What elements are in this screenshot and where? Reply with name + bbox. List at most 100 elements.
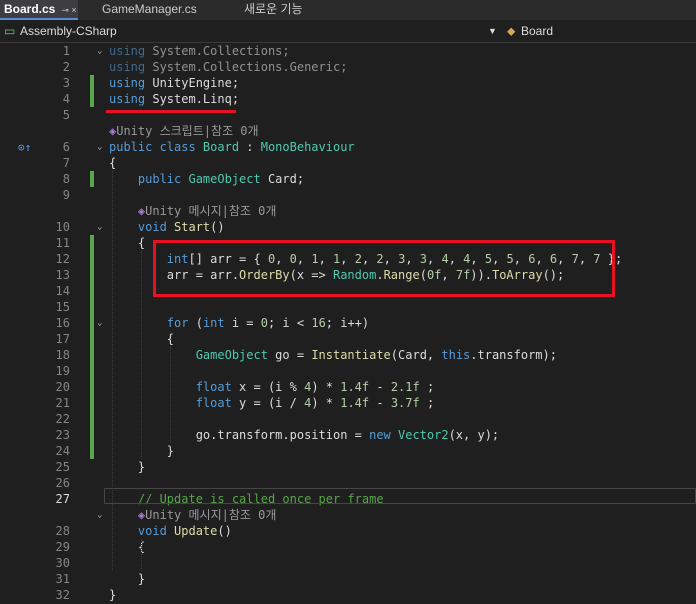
code-text: } xyxy=(109,572,146,586)
fold-toggle-icon[interactable]: ⌄ xyxy=(97,219,102,235)
code-editor[interactable]: 1 using System.Collections; 2 using System.… xyxy=(0,44,696,604)
codelens-hint[interactable]: ◈Unity 메시지|참조 0개 xyxy=(0,203,696,219)
change-indicator xyxy=(90,235,94,459)
code-line[interactable]: 7{ xyxy=(0,155,696,171)
codelens-hint[interactable]: ◈Unity 메시지|참조 0개 xyxy=(0,507,696,523)
code-line[interactable]: 2 using System.Collections.Generic; xyxy=(0,59,696,75)
line-number: 28 xyxy=(55,524,70,538)
code-line[interactable]: 10 void Start() xyxy=(0,219,696,235)
chevron-down-icon[interactable]: ▼ xyxy=(488,26,497,36)
code-text: using UnityEngine; xyxy=(109,76,240,90)
annotation-highlight-box xyxy=(153,240,615,297)
code-line[interactable]: 4 using System.Linq; xyxy=(0,91,696,107)
line-number: 32 xyxy=(55,588,70,602)
code-line[interactable]: 17 { xyxy=(0,331,696,347)
code-text: } xyxy=(109,460,146,474)
code-line[interactable]: 25 } xyxy=(0,459,696,475)
codelens-hint[interactable]: ◈Unity 스크립트|참조 0개 xyxy=(0,123,696,139)
line-number: 3 xyxy=(62,76,70,90)
tab-board-cs[interactable]: Board.cs ⊸ × xyxy=(0,0,78,20)
class-dropdown[interactable]: ⬥ Board xyxy=(503,20,696,42)
line-number: 22 xyxy=(55,412,70,426)
code-text: { xyxy=(109,156,117,170)
code-text: public GameObject Card; xyxy=(137,172,305,186)
tab-label: Board.cs xyxy=(4,2,56,16)
project-dropdown[interactable]: ▭ Assembly-CSharp ▼ xyxy=(0,20,503,42)
codelens-text[interactable]: ◈Unity 스크립트|참조 0개 xyxy=(109,123,259,139)
pin-close-icons[interactable]: ⊸ × xyxy=(61,5,76,15)
current-line-highlight xyxy=(104,488,696,504)
code-line[interactable]: 23 go.transform.position = new Vector2(x… xyxy=(0,427,696,443)
code-line[interactable]: 19 xyxy=(0,363,696,379)
code-line[interactable]: 32} xyxy=(0,587,696,603)
code-text: GameObject go = Instantiate(Card, this.t… xyxy=(195,348,557,362)
line-number: 10 xyxy=(55,220,70,234)
line-number: 15 xyxy=(55,300,70,314)
fold-toggle-icon[interactable]: ⌄ xyxy=(97,507,102,523)
code-line[interactable]: 5 xyxy=(0,107,696,123)
indent-guide xyxy=(141,539,142,571)
line-number: 17 xyxy=(55,332,70,346)
annotation-underline xyxy=(106,110,236,113)
line-number: 25 xyxy=(55,460,70,474)
code-line[interactable]: 16 for (int i = 0; i < 16; i++) xyxy=(0,315,696,331)
code-line[interactable]: 1 using System.Collections; xyxy=(0,43,696,59)
line-number: 19 xyxy=(55,364,70,378)
line-number: 8 xyxy=(62,172,70,186)
code-line[interactable]: 30 xyxy=(0,555,696,571)
code-line[interactable]: 18 GameObject go = Instantiate(Card, thi… xyxy=(0,347,696,363)
code-text: public class Board : MonoBehaviour xyxy=(109,140,355,154)
project-name: Assembly-CSharp xyxy=(20,24,117,38)
tab-whats-new[interactable]: 새로운 기능 xyxy=(232,0,350,20)
line-number: 9 xyxy=(62,188,70,202)
line-number: 1 xyxy=(62,44,70,58)
code-line[interactable]: 8 public GameObject Card; xyxy=(0,171,696,187)
code-line[interactable]: 21 float y = (i / 4) * 1.4f - 3.7f ; xyxy=(0,395,696,411)
line-number: 20 xyxy=(55,380,70,394)
tab-label: 새로운 기능 xyxy=(244,2,303,16)
code-text: go.transform.position = new Vector2(x, y… xyxy=(109,428,500,442)
line-number: 6 xyxy=(62,140,70,154)
fold-toggle-icon[interactable]: ⌄ xyxy=(97,43,102,59)
indent-guide xyxy=(112,171,113,571)
navigation-bar: ▭ Assembly-CSharp ▼ ⬥ Board xyxy=(0,20,696,43)
line-number: 11 xyxy=(55,236,70,250)
line-number: 18 xyxy=(55,348,70,362)
line-number: 26 xyxy=(55,476,70,490)
codelens-navigate-icon[interactable]: ⊙↑ xyxy=(18,141,31,154)
code-line[interactable]: 28 void Update() xyxy=(0,523,696,539)
code-line[interactable]: 6 public class Board : MonoBehaviour xyxy=(0,139,696,155)
code-line[interactable]: 31 } xyxy=(0,571,696,587)
code-line[interactable]: 24 } xyxy=(0,443,696,459)
fold-toggle-icon[interactable]: ⌄ xyxy=(97,139,102,155)
codelens-text[interactable]: ◈Unity 메시지|참조 0개 xyxy=(109,203,277,219)
code-text: using System.Linq; xyxy=(109,92,240,106)
change-indicator xyxy=(90,75,94,107)
code-text: using System.Collections.Generic; xyxy=(109,60,348,74)
code-text: void Update() xyxy=(137,524,232,538)
change-indicator xyxy=(90,171,94,187)
line-number: 2 xyxy=(62,60,70,74)
code-line[interactable]: 15 xyxy=(0,299,696,315)
line-number: 7 xyxy=(62,156,70,170)
code-line[interactable]: 20 float x = (i % 4) * 1.4f - 2.1f ; xyxy=(0,379,696,395)
line-number: 13 xyxy=(55,268,70,282)
indent-guide xyxy=(170,347,171,443)
code-text: { xyxy=(109,540,146,554)
csharp-project-icon: ▭ xyxy=(4,24,16,38)
indent-guide xyxy=(141,251,142,459)
code-line[interactable]: 22 xyxy=(0,411,696,427)
code-line[interactable]: 3 using UnityEngine; xyxy=(0,75,696,91)
line-number: 23 xyxy=(55,428,70,442)
tab-gamemanager-cs[interactable]: GameManager.cs xyxy=(80,0,230,20)
code-text: { xyxy=(109,236,146,250)
line-number: 31 xyxy=(55,572,70,586)
fold-toggle-icon[interactable]: ⌄ xyxy=(97,315,102,331)
line-number: 16 xyxy=(55,316,70,330)
code-text: float y = (i / 4) * 1.4f - 3.7f ; xyxy=(195,396,435,410)
code-line[interactable]: 29 { xyxy=(0,539,696,555)
codelens-text[interactable]: ◈Unity 메시지|참조 0개 xyxy=(109,507,277,523)
line-number: 12 xyxy=(55,252,70,266)
line-number: 29 xyxy=(55,540,70,554)
code-line[interactable]: 9 xyxy=(0,187,696,203)
